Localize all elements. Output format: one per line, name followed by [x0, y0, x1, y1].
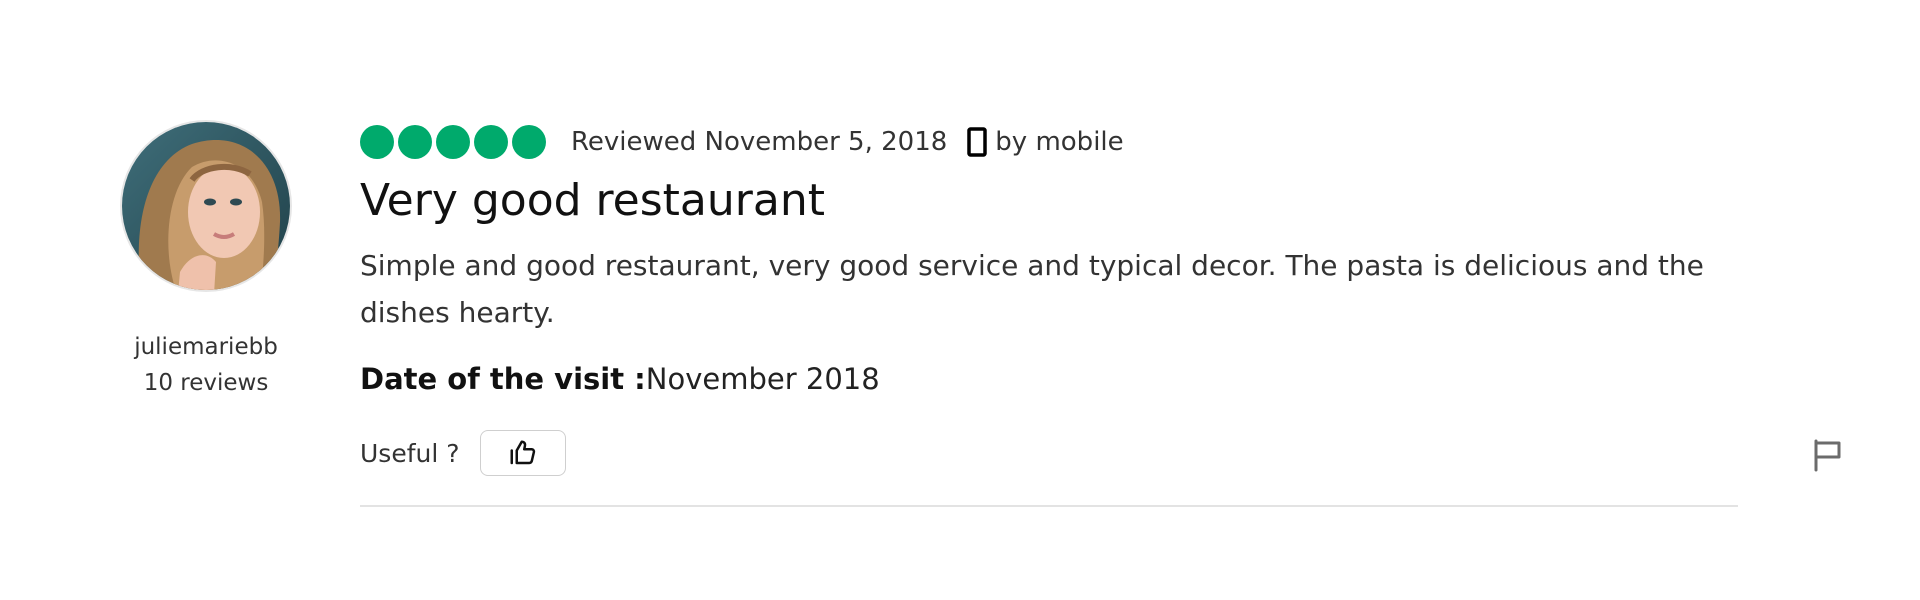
rating-bubble	[436, 125, 470, 159]
mobile-phone-icon	[967, 127, 988, 157]
thumbs-up-icon	[510, 440, 535, 465]
author-avatar[interactable]	[120, 120, 292, 292]
author-review-count: 10 reviews	[143, 370, 269, 396]
author-username[interactable]: juliemariebb	[100, 334, 312, 360]
review-text: Simple and good restaurant, very good se…	[360, 249, 1704, 329]
avatar-image	[122, 122, 290, 290]
review-title[interactable]: Very good restaurant	[360, 175, 825, 226]
visit-date-value: November 2018	[645, 362, 880, 396]
rating-bubble	[512, 125, 546, 159]
review-divider	[360, 505, 1738, 507]
flag-icon[interactable]	[1812, 438, 1844, 476]
rating-bubble	[474, 125, 508, 159]
rating-bubble	[360, 125, 394, 159]
rating-bubbles	[360, 125, 546, 159]
review-meta: Reviewed November 5, 2018 by mobile	[360, 122, 1124, 162]
reviewed-date: Reviewed November 5, 2018	[571, 127, 948, 157]
useful-row: Useful ?	[360, 430, 566, 476]
rating-bubble	[398, 125, 432, 159]
visit-date: Date of the visit :November 2018	[360, 362, 880, 396]
helpful-vote-button[interactable]	[479, 430, 566, 476]
visit-date-label: Date of the visit :	[360, 362, 646, 396]
useful-label: Useful ?	[360, 438, 460, 468]
review-source: by mobile	[995, 127, 1124, 157]
